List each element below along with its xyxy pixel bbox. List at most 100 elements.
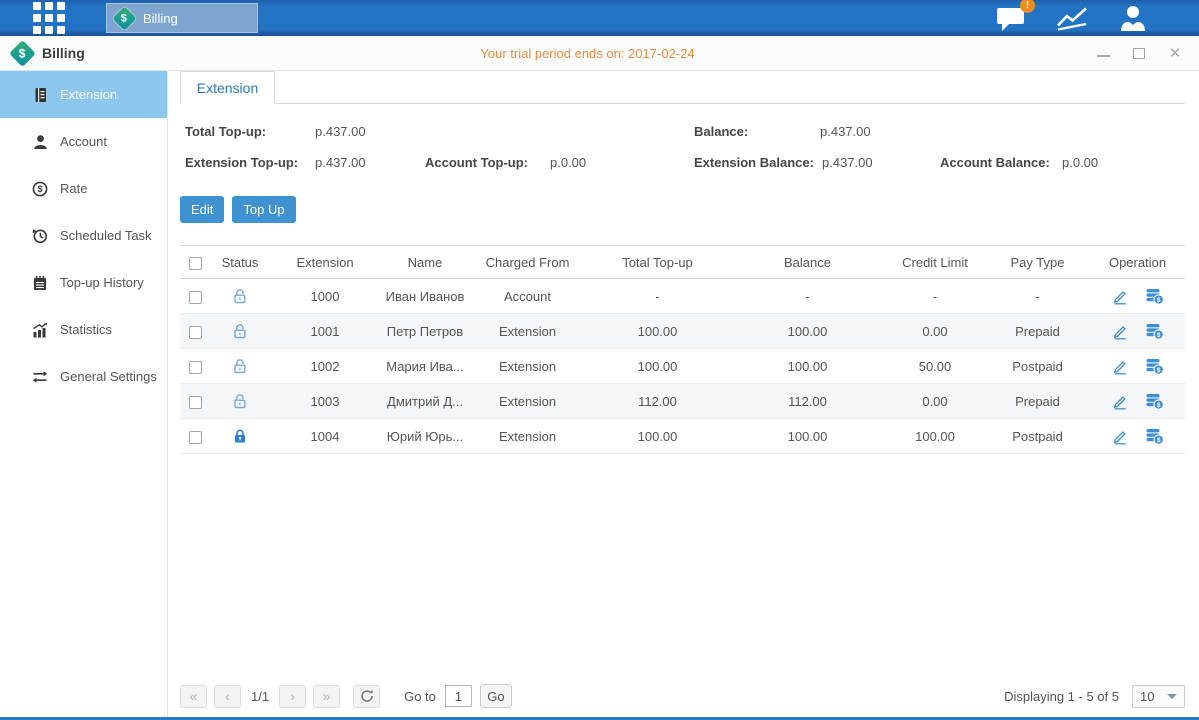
credit-limit-cell: 0.00 <box>885 384 985 419</box>
table-row: 1003 Дмитрий Д... Extension 112.00 112.0… <box>180 384 1185 419</box>
minimize-icon[interactable] <box>1095 45 1111 61</box>
top-up-coins-icon[interactable]: $ <box>1145 428 1164 445</box>
status-cell[interactable] <box>210 314 270 349</box>
total-topup-cell: 100.00 <box>585 419 730 454</box>
apps-grid-icon[interactable] <box>33 2 65 34</box>
edit-pencil-icon[interactable] <box>1112 428 1129 445</box>
reports-chart-icon[interactable] <box>1055 5 1089 32</box>
unlocked-icon <box>232 393 248 409</box>
top-up-coins-icon[interactable]: $ <box>1145 358 1164 375</box>
top-up-button[interactable]: Top Up <box>232 196 295 223</box>
table-row: 1000 Иван Иванов Account - - - - <box>180 279 1185 314</box>
unlocked-icon <box>232 323 248 339</box>
status-cell[interactable] <box>210 419 270 454</box>
maximize-icon[interactable] <box>1131 45 1147 61</box>
sidebar-item-label: General Settings <box>60 369 157 384</box>
col-charged-from: Charged From <box>470 246 585 279</box>
credit-limit-cell: 0.00 <box>885 314 985 349</box>
row-checkbox-cell <box>180 384 210 419</box>
messages-icon[interactable]: ! <box>996 5 1027 32</box>
edit-pencil-icon[interactable] <box>1112 323 1129 340</box>
balance-label: Balance: <box>694 124 820 139</box>
toolbar: Edit Top Up <box>180 196 1185 223</box>
sidebar: Extension Account $ Rate <box>0 71 168 717</box>
total-topup-cell: 100.00 <box>585 314 730 349</box>
sidebar-item-label: Extension <box>60 87 117 102</box>
name-cell: Петр Петров <box>380 314 470 349</box>
edit-pencil-icon[interactable] <box>1112 393 1129 410</box>
first-page-button[interactable]: « <box>180 685 207 708</box>
operation-cell: $ <box>1090 279 1185 314</box>
balance-cell: 100.00 <box>730 419 885 454</box>
person-icon <box>31 134 49 150</box>
sidebar-item-account[interactable]: Account <box>0 118 167 165</box>
col-pay-type: Pay Type <box>985 246 1090 279</box>
sidebar-item-scheduled-task[interactable]: Scheduled Task <box>0 212 167 259</box>
transfer-arrows-icon <box>31 369 49 385</box>
status-cell[interactable] <box>210 384 270 419</box>
close-icon[interactable]: ✕ <box>1167 45 1183 61</box>
total-topup-cell: 100.00 <box>585 349 730 384</box>
go-button[interactable]: Go <box>480 684 512 708</box>
select-all-checkbox[interactable] <box>189 257 202 270</box>
balance-value: p.437.00 <box>820 124 871 139</box>
user-icon[interactable] <box>1117 4 1149 32</box>
sidebar-item-label: Scheduled Task <box>60 228 152 243</box>
sidebar-item-statistics[interactable]: Statistics <box>0 306 167 353</box>
extension-cell: 1003 <box>270 384 380 419</box>
edit-pencil-icon[interactable] <box>1112 288 1129 305</box>
edit-pencil-icon[interactable] <box>1112 358 1129 375</box>
extensions-table: Status Extension Name Charged From Total… <box>180 245 1185 454</box>
billing-app-icon: $ <box>112 6 136 30</box>
goto-label: Go to <box>404 689 436 704</box>
extension-topup-value: p.437.00 <box>315 155 425 170</box>
taskbar-tab-billing[interactable]: $ Billing <box>106 3 258 33</box>
sidebar-item-extension[interactable]: Extension <box>0 71 167 118</box>
account-topup-label: Account Top-up: <box>425 155 550 170</box>
edit-button[interactable]: Edit <box>180 196 224 223</box>
account-balance-label: Account Balance: <box>940 155 1062 170</box>
extension-cell: 1000 <box>270 279 380 314</box>
account-balance-value: p.0.00 <box>1062 155 1098 170</box>
pay-type-cell: Postpaid <box>985 419 1090 454</box>
prev-page-button[interactable]: ‹ <box>214 685 241 708</box>
balance-cell: 112.00 <box>730 384 885 419</box>
credit-limit-cell: - <box>885 279 985 314</box>
last-page-button[interactable]: » <box>313 685 340 708</box>
svg-text:$: $ <box>1156 367 1160 374</box>
operation-cell: $ <box>1090 314 1185 349</box>
row-checkbox[interactable] <box>189 431 202 444</box>
row-checkbox[interactable] <box>189 361 202 374</box>
total-topup-label: Total Top-up: <box>185 124 315 139</box>
status-cell[interactable] <box>210 349 270 384</box>
svg-text:$: $ <box>1156 332 1160 339</box>
top-up-coins-icon[interactable]: $ <box>1145 393 1164 410</box>
sidebar-item-label: Rate <box>60 181 87 196</box>
extension-cell: 1004 <box>270 419 380 454</box>
sidebar-item-general-settings[interactable]: General Settings <box>0 353 167 400</box>
col-extension: Extension <box>270 246 380 279</box>
goto-page-input[interactable] <box>445 685 472 707</box>
charged-from-cell: Extension <box>470 419 585 454</box>
operation-cell: $ <box>1090 384 1185 419</box>
top-up-coins-icon[interactable]: $ <box>1145 323 1164 340</box>
status-cell[interactable] <box>210 279 270 314</box>
pay-type-cell: - <box>985 279 1090 314</box>
next-page-button[interactable]: › <box>279 685 306 708</box>
top-up-coins-icon[interactable]: $ <box>1145 288 1164 305</box>
row-checkbox[interactable] <box>189 291 202 304</box>
tab-extension[interactable]: Extension <box>180 71 275 104</box>
sidebar-item-topup-history[interactable]: Top-up History <box>0 259 167 306</box>
sidebar-item-rate[interactable]: $ Rate <box>0 165 167 212</box>
page-size-select[interactable]: 10 <box>1132 685 1185 708</box>
window-titlebar: $ Billing Your trial period ends on: 201… <box>0 36 1199 71</box>
pay-type-cell: Prepaid <box>985 384 1090 419</box>
total-topup-value: p.437.00 <box>315 124 366 139</box>
row-checkbox[interactable] <box>189 326 202 339</box>
bar-chart-icon <box>31 322 49 338</box>
row-checkbox[interactable] <box>189 396 202 409</box>
credit-limit-cell: 100.00 <box>885 419 985 454</box>
name-cell: Мария Ива... <box>380 349 470 384</box>
refresh-button[interactable] <box>353 685 380 708</box>
table-row: 1002 Мария Ива... Extension 100.00 100.0… <box>180 349 1185 384</box>
